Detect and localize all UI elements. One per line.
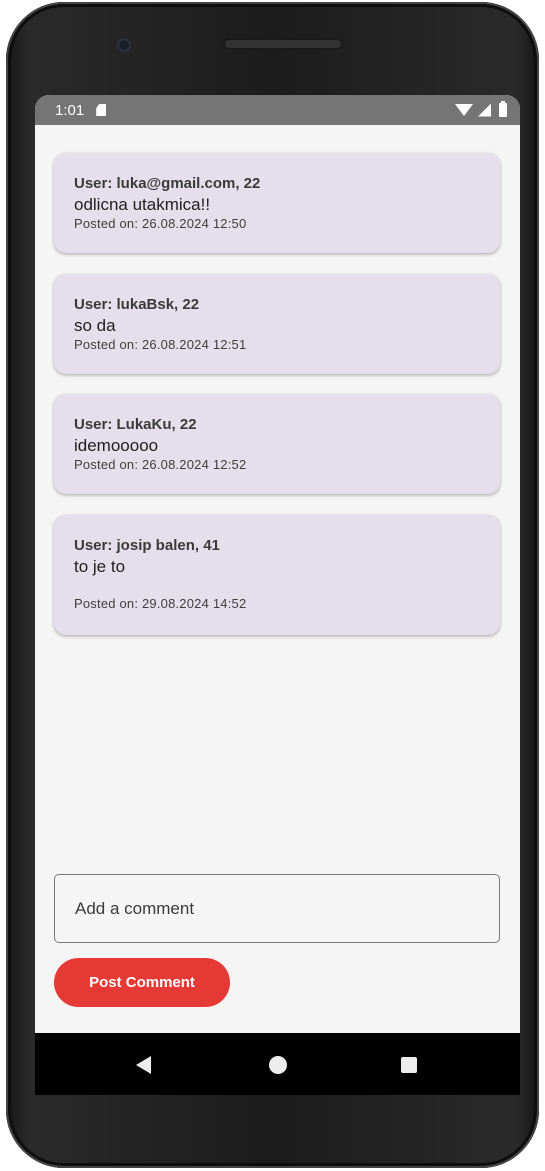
back-icon[interactable] [136, 1056, 151, 1074]
recents-icon[interactable] [401, 1057, 417, 1073]
front-camera [117, 38, 131, 52]
comment-card: User: luka@gmail.com, 22 odlicna utakmic… [54, 153, 500, 253]
post-comment-button[interactable]: Post Comment [54, 958, 230, 1007]
earpiece-speaker [223, 38, 343, 50]
wifi-icon [455, 104, 473, 116]
status-time: 1:01 [55, 101, 85, 119]
app-screen: 1:01 User: luka@gmail.com, 22 odlicna ut… [35, 95, 520, 1033]
status-icons [455, 101, 507, 117]
comment-user: User: josip balen, 41 [74, 537, 220, 554]
comment-card: User: josip balen, 41 to je to Posted on… [54, 515, 500, 635]
comment-date: Posted on: 26.08.2024 12:51 [74, 337, 247, 352]
comment-user: User: LukaKu, 22 [74, 416, 197, 433]
comment-text: idemooooo [74, 436, 159, 455]
comment-date: Posted on: 26.08.2024 12:50 [74, 216, 247, 231]
comment-date: Posted on: 29.08.2024 14:52 [74, 596, 247, 611]
comment-text: odlicna utakmica!! [74, 195, 211, 214]
comment-date: Posted on: 26.08.2024 12:52 [74, 457, 247, 472]
comment-card: User: lukaBsk, 22 so da Posted on: 26.08… [54, 274, 500, 374]
comment-user: User: lukaBsk, 22 [74, 296, 200, 313]
status-bar: 1:01 [35, 95, 520, 125]
comment-input[interactable] [54, 874, 500, 943]
comment-card: User: LukaKu, 22 idemooooo Posted on: 26… [54, 394, 500, 494]
signal-icon [478, 103, 491, 117]
battery-icon [499, 101, 507, 117]
comment-user: User: luka@gmail.com, 22 [74, 175, 261, 192]
comment-text: to je to [74, 557, 126, 576]
navigation-bar [35, 1033, 520, 1095]
sd-card-icon [96, 104, 107, 116]
comment-text: so da [74, 316, 116, 335]
home-icon[interactable] [269, 1056, 287, 1074]
